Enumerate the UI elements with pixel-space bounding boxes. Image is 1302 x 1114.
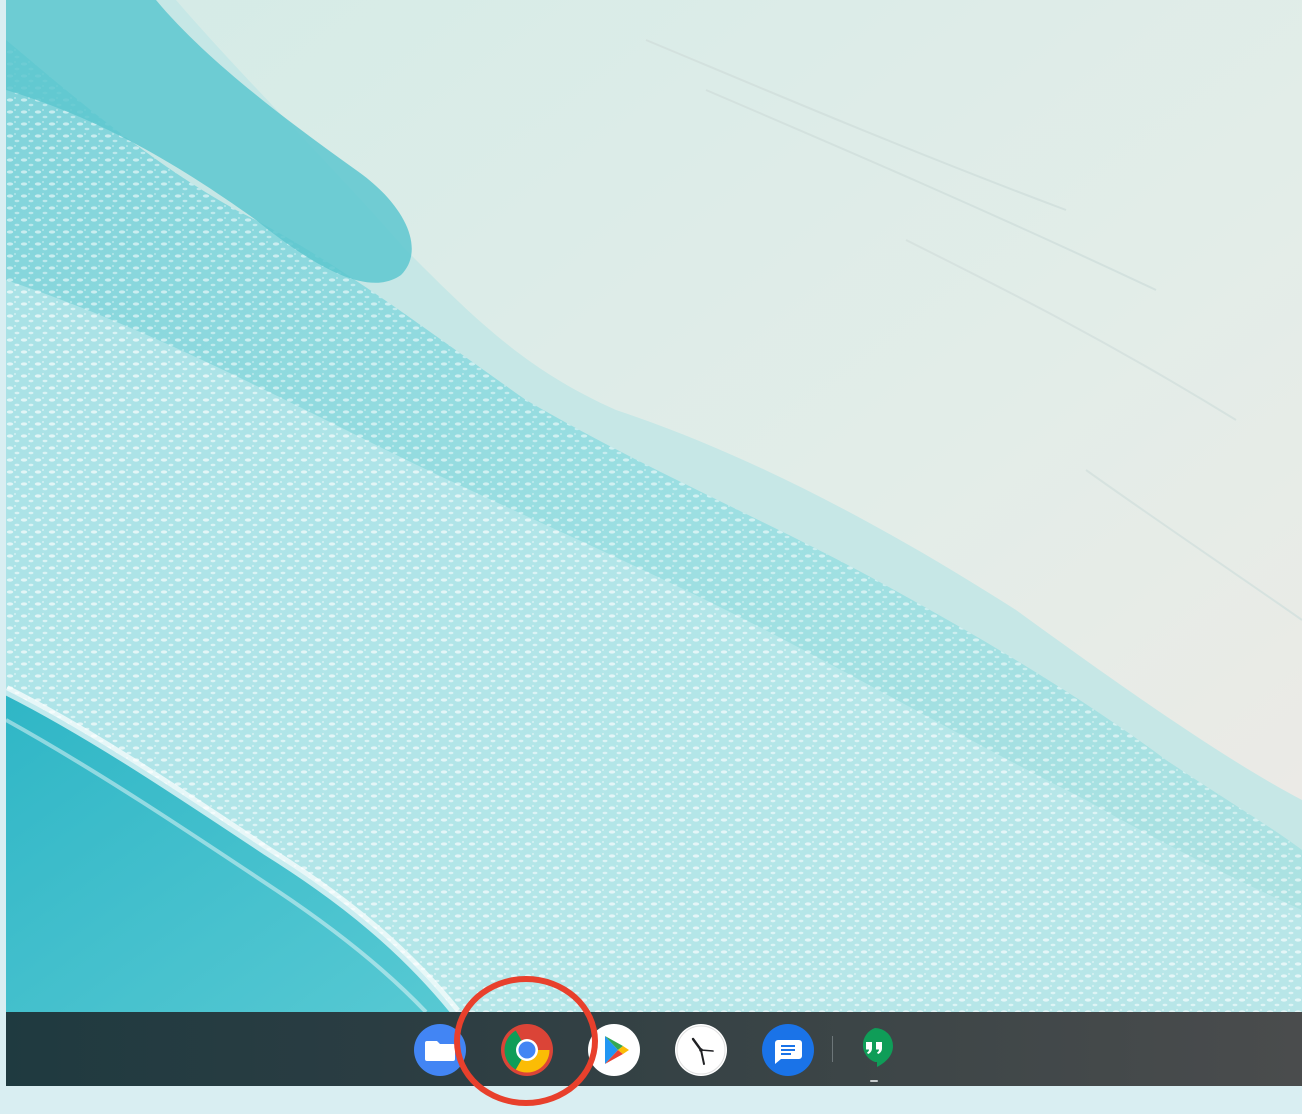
play-store-icon [588,1024,640,1076]
files-app-button[interactable] [414,1024,466,1076]
hangouts-app-button[interactable] [849,1022,901,1074]
shelf [6,1012,1302,1086]
messages-icon [762,1024,814,1076]
running-indicator [870,1080,878,1082]
chrome-icon [501,1024,553,1076]
play-store-app-button[interactable] [588,1024,640,1076]
desktop-wallpaper [6,0,1302,1012]
shelf-divider [832,1036,833,1062]
clock-icon [675,1024,727,1076]
chromeos-desktop [6,0,1302,1086]
hangouts-icon [862,1028,893,1067]
clock-app-button[interactable] [675,1024,727,1076]
folder-icon [414,1024,466,1076]
messages-app-button[interactable] [762,1024,814,1076]
chrome-app-button[interactable] [501,1024,553,1076]
